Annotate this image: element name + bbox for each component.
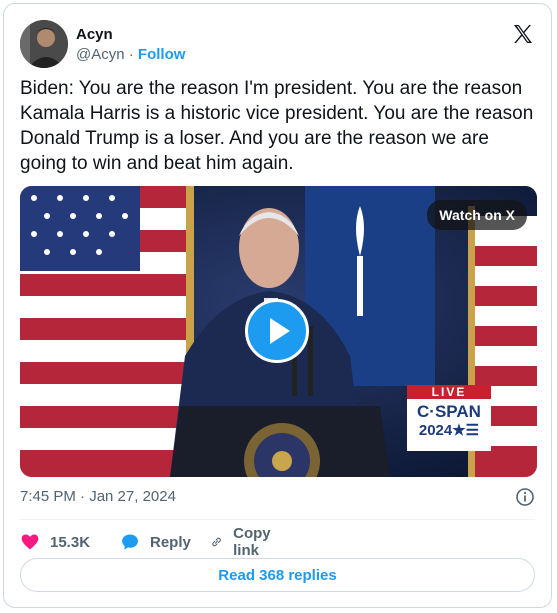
tweet-header: Acyn @Acyn · Follow [20,20,535,70]
copy-link-label: Copy link [233,525,271,559]
heart-icon [21,534,39,550]
author-handle-row: @Acyn · Follow [76,46,185,63]
read-replies-button[interactable]: Read 368 replies [20,558,535,592]
play-icon [270,318,290,344]
tweet-text: Biden: You are the reason I'm president.… [20,78,534,174]
copy-link-button[interactable]: Copy link [210,525,278,559]
separator-dot: · [128,46,134,63]
x-logo-icon[interactable] [511,22,535,46]
tweet-timestamp[interactable]: 7:45 PM · Jan 27, 2024 [20,488,176,505]
follow-button[interactable]: Follow [138,46,186,63]
link-icon [212,537,221,547]
network-year: 2024★☰ [418,422,480,439]
like-button[interactable]: 15.3K [20,528,90,556]
likes-count: 15.3K [50,533,91,551]
watch-on-x-button[interactable]: Watch on X [427,200,527,230]
tweet-card: Acyn @Acyn · Follow Biden: You are the r… [3,3,552,608]
author-name[interactable]: Acyn [76,26,113,43]
reply-label: Reply [150,533,191,551]
divider [20,519,535,520]
reply-button[interactable]: Reply [120,528,191,556]
cspan-live-badge: LIVE C·SPAN 2024★☰ [407,385,491,451]
reply-bubble-icon [122,534,138,550]
info-icon[interactable] [515,487,535,507]
author-handle[interactable]: @Acyn [76,46,125,63]
video-player[interactable]: Watch on X LIVE C·SPAN 2024★☰ [20,186,537,477]
play-button[interactable] [245,299,309,363]
network-label: C·SPAN [417,402,481,421]
live-label: LIVE [407,385,491,399]
avatar[interactable] [20,20,68,68]
